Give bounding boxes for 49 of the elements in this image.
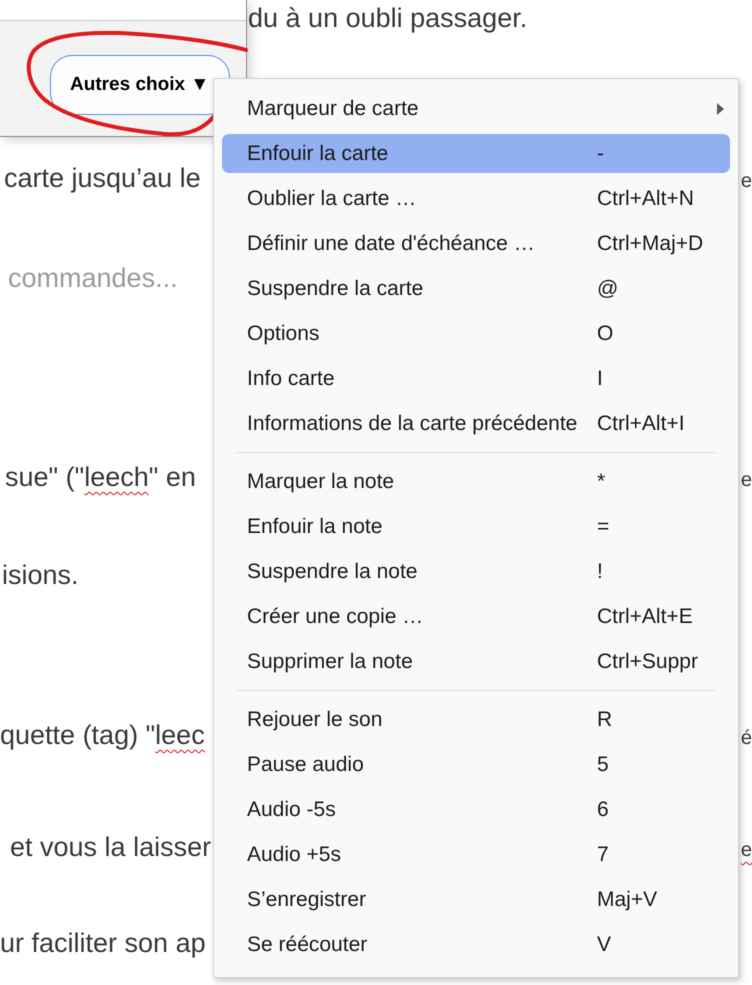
menu-item[interactable]: Créer une copie … Ctrl+Alt+E — [222, 597, 730, 636]
menu-item[interactable]: Pause audio 5 — [222, 745, 730, 784]
menu-item[interactable]: Audio +5s 7 — [222, 835, 730, 874]
shortcut-text: - — [597, 140, 604, 167]
menu-item[interactable]: Enfouir la note = — [222, 507, 730, 546]
menu-item[interactable]: S’enregistrer Maj+V — [222, 880, 730, 919]
menu-item[interactable]: Suspendre la carte @ — [222, 269, 730, 308]
menu-item[interactable]: Rejouer le son R — [222, 700, 730, 739]
menu-item[interactable]: Suspendre la note ! — [222, 552, 730, 591]
document-text: é — [740, 726, 752, 751]
document-text: commandes... — [8, 262, 178, 295]
shortcut-text: @ — [597, 276, 618, 302]
document-text: carte jusqu’au le — [4, 162, 201, 195]
menu-item[interactable]: Oublier la carte … Ctrl+Alt+N — [222, 179, 730, 218]
shortcut-text: ! — [597, 558, 603, 585]
document-text: du à un oubli passager. — [248, 2, 528, 35]
shortcut-text: Ctrl+Alt+E — [597, 604, 693, 630]
shortcut-text: Ctrl+Alt+N — [597, 186, 694, 212]
menu-item[interactable]: Définir une date d'échéance … Ctrl+Maj+D — [222, 224, 730, 263]
document-text: e — [740, 169, 752, 194]
shortcut-text: Ctrl+Maj+D — [597, 230, 704, 257]
shortcut-text: Ctrl+Alt+I — [597, 410, 685, 437]
shortcut-text: 6 — [597, 796, 609, 823]
shortcut-text: V — [597, 932, 612, 958]
document-text: isions. — [2, 559, 79, 592]
shortcut-text: 7 — [597, 842, 609, 868]
menu-item[interactable]: Options O — [222, 314, 730, 353]
shortcut-text: = — [597, 514, 610, 540]
shortcut-text: Ctrl+Suppr — [597, 648, 698, 675]
menu-item[interactable]: Supprimer la note Ctrl+Suppr — [222, 642, 730, 681]
menu-item[interactable]: Info carte I — [222, 359, 730, 398]
shortcut-text: 5 — [597, 752, 609, 778]
shortcut-text: Maj+V — [597, 886, 658, 913]
shortcut-text: I — [597, 366, 603, 392]
document-text: et vous la laisser — [10, 831, 212, 864]
shortcut-text: * — [597, 468, 606, 495]
document-text: quette (tag) "leec — [0, 719, 205, 752]
more-options-button[interactable]: Autres choix ▼ — [50, 55, 230, 115]
document-text: ur faciliter son ap — [0, 927, 206, 960]
menu-item[interactable]: Informations de la carte précédente Ctrl+Alt+I — [222, 404, 730, 443]
menu-item[interactable]: Audio -5s 6 — [222, 790, 730, 829]
document-text: e — [740, 468, 752, 493]
document-text: e — [740, 838, 752, 863]
menu-item[interactable]: Enfouir la carte - — [222, 134, 730, 173]
menu-item[interactable]: Se réécouter V — [222, 925, 730, 964]
menu-item[interactable]: Marquer la note * — [222, 462, 730, 501]
document-text: sue" ("leech" en — [5, 461, 196, 494]
shortcut-text: R — [597, 706, 612, 733]
shortcut-text: O — [597, 320, 614, 347]
